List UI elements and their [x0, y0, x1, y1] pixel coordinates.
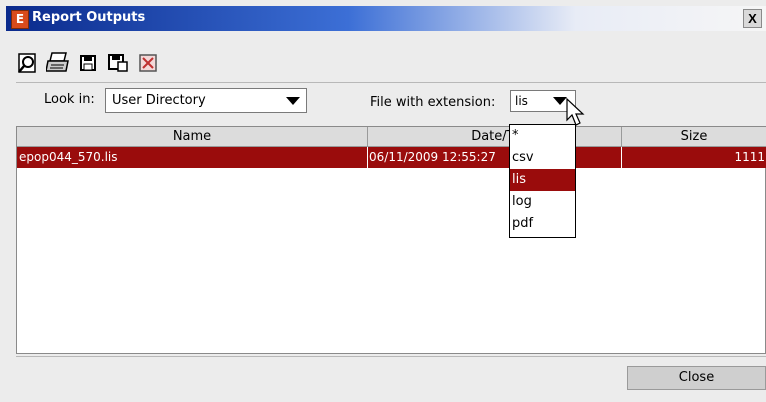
look-in-select[interactable]: User Directory: [105, 88, 307, 113]
option-csv[interactable]: csv: [510, 147, 575, 169]
column-header-name[interactable]: Name: [17, 127, 368, 147]
option-log[interactable]: log: [510, 191, 575, 213]
option-all[interactable]: *: [510, 125, 575, 147]
delete-button[interactable]: [136, 51, 160, 75]
save-button[interactable]: [76, 51, 100, 75]
column-header-date[interactable]: Date/Ti: [368, 127, 622, 147]
table-row[interactable]: epop044_570.lis 06/11/2009 12:55:27 1111: [17, 147, 766, 168]
look-in-label: Look in:: [44, 92, 95, 107]
window-title: Report Outputs: [32, 10, 146, 25]
save-icon: [80, 55, 96, 71]
save-as-icon: [108, 54, 128, 72]
delete-icon: [139, 54, 157, 72]
file-table: Name Date/Ti Size epop044_570.lis 06/11/…: [16, 126, 766, 354]
app-icon: E: [11, 10, 29, 29]
preview-icon: [18, 53, 36, 73]
close-button[interactable]: Close: [627, 366, 766, 390]
cell-date: 06/11/2009 12:55:27: [369, 147, 622, 168]
print-button[interactable]: [46, 51, 70, 75]
report-outputs-window: E Report Outputs X Look in: User Directo…: [0, 0, 766, 402]
save-as-button[interactable]: [106, 51, 130, 75]
title-bar[interactable]: E Report Outputs X: [6, 6, 766, 31]
mouse-cursor-icon: [566, 98, 585, 126]
chevron-down-icon: [286, 97, 300, 105]
toolbar: [16, 50, 160, 76]
extension-value: lis: [515, 94, 528, 108]
print-icon: [46, 52, 69, 72]
cell-size: 1111: [734, 150, 765, 164]
extension-dropdown-list: * csv lis log pdf: [509, 124, 576, 238]
footer-divider: [16, 356, 766, 357]
cell-name: epop044_570.lis: [19, 147, 368, 168]
look-in-value: User Directory: [112, 93, 206, 108]
chevron-down-icon: [553, 97, 567, 105]
preview-button[interactable]: [16, 51, 40, 75]
close-window-button[interactable]: X: [743, 9, 762, 28]
toolbar-divider: [16, 82, 766, 83]
column-header-size[interactable]: Size: [622, 127, 766, 147]
extension-label: File with extension:: [370, 95, 496, 110]
option-pdf[interactable]: pdf: [510, 213, 575, 235]
option-lis[interactable]: lis: [510, 169, 575, 191]
